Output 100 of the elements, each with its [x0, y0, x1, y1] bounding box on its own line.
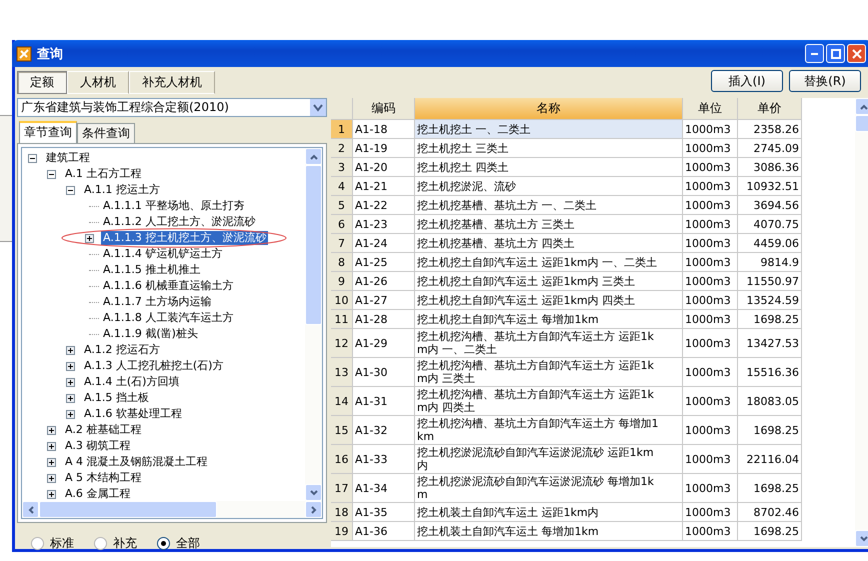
tree-item[interactable]: A.1.1.5 推土机推土: [101, 263, 202, 277]
expand-icon[interactable]: [66, 394, 75, 402]
scrollbar-thumb[interactable]: [855, 115, 868, 132]
tree-item[interactable]: A.1.1.4 铲运机铲运土方: [101, 247, 224, 261]
expand-icon[interactable]: [47, 442, 56, 450]
expand-icon[interactable]: [47, 490, 56, 498]
table-cell: 1000m3: [683, 474, 738, 503]
row-number: 7: [331, 234, 353, 253]
table-cell: A1-21: [353, 177, 415, 196]
action-button[interactable]: 替换(R): [789, 70, 861, 92]
table-cell: 挖土机挖淤泥流砂自卸汽车运淤泥流砂 运距1km内: [415, 445, 683, 474]
expand-icon[interactable]: [47, 426, 56, 434]
expand-icon[interactable]: [66, 346, 75, 354]
tree-item[interactable]: A.6 金属工程: [63, 487, 132, 501]
table-cell: 1000m3: [683, 120, 738, 139]
table-cell: 2358.26: [738, 120, 802, 139]
table-cell: A1-34: [353, 474, 415, 503]
column-header[interactable]: 单价: [738, 98, 802, 120]
row-number: 3: [331, 158, 353, 177]
tab[interactable]: 章节查询: [19, 121, 77, 143]
table-cell: A1-36: [353, 522, 415, 541]
table-cell: 挖土机挖沟槽、基坑土方自卸汽车运土方 每增加1km: [415, 416, 683, 445]
table-cell: A1-32: [353, 416, 415, 445]
collapse-icon[interactable]: [47, 170, 56, 178]
expand-icon[interactable]: [47, 458, 56, 466]
expand-icon[interactable]: [85, 234, 94, 242]
row-number: 13: [331, 358, 353, 387]
radio-button[interactable]: [157, 537, 170, 550]
table-cell: 挖土机挖沟槽、基坑土方自卸汽车运土方 运距1km内 三类土: [415, 358, 683, 387]
library-dropdown[interactable]: 广东省建筑与装饰工程综合定额(2010): [17, 98, 327, 117]
row-number: 18: [331, 503, 353, 522]
collapse-icon[interactable]: [66, 186, 75, 194]
tree-item[interactable]: A.1.1.1 平整场地、原土打夯: [101, 199, 246, 213]
tree-item[interactable]: A.2 桩基础工程: [63, 423, 144, 437]
tree-item[interactable]: A 4 混凝土及钢筋混凝土工程: [63, 455, 210, 469]
tree-item[interactable]: A.1.1.3 挖土机挖土方、淤泥流砂: [101, 231, 268, 245]
minimize-icon: [811, 52, 818, 54]
minimize-button[interactable]: [805, 44, 824, 63]
scroll-up-button[interactable]: [305, 148, 322, 165]
chevron-up-icon: [860, 104, 868, 110]
tab[interactable]: 补充人材机: [129, 71, 215, 94]
column-header[interactable]: 编码: [353, 98, 415, 120]
table-cell: 挖土机挖土自卸汽车运土 运距1km内 四类土: [415, 291, 683, 310]
table-cell: 1698.25: [738, 416, 802, 445]
action-button[interactable]: 插入(I): [711, 70, 783, 92]
tree-item[interactable]: A.3 砌筑工程: [63, 439, 132, 453]
table-cell: 挖土机挖土 一、二类土: [415, 120, 683, 139]
tree-item[interactable]: A.1.1.6 机械垂直运输土方: [101, 279, 236, 293]
tab[interactable]: 定额: [17, 71, 67, 94]
app-icon: [16, 46, 32, 62]
tree-item[interactable]: A.1.6 软基处理工程: [82, 407, 184, 421]
radio-button[interactable]: [94, 537, 107, 550]
tree-item[interactable]: A.1.1.7 土方场内运输: [101, 295, 214, 309]
column-header[interactable]: 单位: [683, 98, 738, 120]
tree-item[interactable]: A.1.5 挡土板: [82, 391, 151, 405]
tree-item[interactable]: A.1 土石方工程: [63, 167, 144, 181]
tree-item[interactable]: A.1.1.2 人工挖土方、淤泥流砂: [101, 215, 258, 229]
tree-item[interactable]: A.1.3 人工挖孔桩挖土(石)方: [82, 359, 226, 373]
chevron-up-icon: [310, 154, 318, 160]
close-button[interactable]: [847, 44, 866, 63]
scroll-up-button[interactable]: [855, 98, 868, 115]
tab[interactable]: 条件查询: [77, 123, 135, 143]
tree-item[interactable]: A.1.2 挖运石方: [82, 343, 162, 357]
row-number: 15: [331, 416, 353, 445]
row-number: 2: [331, 139, 353, 158]
expand-icon[interactable]: [66, 410, 75, 418]
column-header[interactable]: 名称: [415, 98, 683, 120]
expand-icon[interactable]: [66, 378, 75, 386]
expand-icon[interactable]: [66, 362, 75, 370]
tree-item[interactable]: A.1.4 土(石)方回填: [82, 375, 182, 389]
table-cell: 挖土机挖淤泥流砂自卸汽车运淤泥流砂 每增加1km: [415, 474, 683, 503]
tree-item[interactable]: A.1.1.9 截(凿)桩头: [101, 327, 200, 341]
tree-item[interactable]: A 5 木结构工程: [63, 471, 144, 485]
table-cell: 挖土机挖基槽、基坑土方 三类土: [415, 215, 683, 234]
table-cell: 3694.56: [738, 196, 802, 215]
scroll-right-button[interactable]: [305, 501, 322, 518]
radio-button[interactable]: [31, 537, 44, 550]
maximize-button[interactable]: [826, 44, 845, 63]
table-cell: 22116.04: [738, 445, 802, 474]
scrollbar-thumb[interactable]: [305, 165, 322, 325]
tab[interactable]: 人材机: [67, 71, 129, 94]
tree-item[interactable]: A.1.1.8 人工装汽车运土方: [101, 311, 236, 325]
table-cell: 挖土机挖基槽、基坑土方 一、二类土: [415, 196, 683, 215]
collapse-icon[interactable]: [28, 154, 37, 162]
tree-item[interactable]: 建筑工程: [44, 151, 92, 165]
table-cell: A1-28: [353, 310, 415, 329]
table-cell: A1-33: [353, 445, 415, 474]
table-cell: A1-35: [353, 503, 415, 522]
tree-item[interactable]: A.1.1 挖运土方: [82, 183, 162, 197]
table-cell: 1000m3: [683, 291, 738, 310]
table-cell: 1000m3: [683, 272, 738, 291]
maximize-icon: [830, 48, 840, 58]
expand-icon[interactable]: [47, 474, 56, 482]
scroll-down-button[interactable]: [855, 530, 868, 547]
scrollbar-thumb[interactable]: [39, 501, 217, 518]
table-cell: A1-23: [353, 215, 415, 234]
chevron-down-icon: [313, 104, 323, 112]
table-cell: 挖土机装土自卸汽车运土 运距1km内: [415, 503, 683, 522]
scroll-down-button[interactable]: [305, 484, 322, 501]
scroll-left-button[interactable]: [22, 501, 39, 518]
